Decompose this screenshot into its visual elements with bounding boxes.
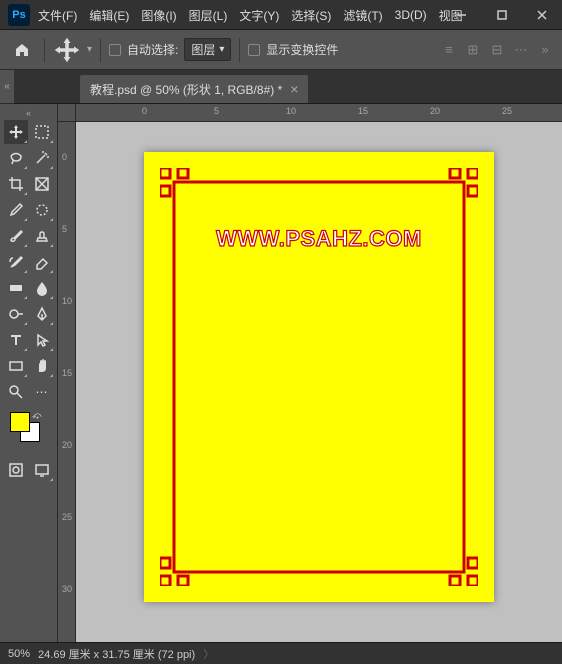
- swap-colors-icon[interactable]: ⤽: [32, 410, 42, 421]
- maximize-button[interactable]: [482, 0, 522, 30]
- frame-tool[interactable]: [30, 172, 54, 196]
- menu-layer[interactable]: 图层(L): [185, 5, 232, 26]
- doc-dimensions: 24.69 厘米 x 31.75 厘米 (72 ppi): [38, 646, 195, 662]
- crop-tool[interactable]: [4, 172, 28, 196]
- menubar: 文件(F) 编辑(E) 图像(I) 图层(L) 文字(Y) 选择(S) 滤镜(T…: [0, 4, 467, 26]
- zoom-level[interactable]: 50%: [8, 648, 30, 660]
- watermark-text: WWW.PSAHZ.COM: [144, 226, 494, 252]
- menu-filter[interactable]: 滤镜(T): [339, 5, 386, 26]
- history-brush-tool[interactable]: [4, 250, 28, 274]
- align-icon-2[interactable]: ⊞: [464, 41, 482, 59]
- gradient-tool[interactable]: [4, 276, 28, 300]
- eraser-tool[interactable]: [30, 250, 54, 274]
- toolbox-collapse[interactable]: «: [2, 108, 55, 118]
- overflow-icon[interactable]: »: [536, 41, 554, 59]
- path-select-tool[interactable]: [30, 328, 54, 352]
- clone-stamp-tool[interactable]: [30, 224, 54, 248]
- home-button[interactable]: [8, 36, 36, 64]
- tab-close-icon[interactable]: ×: [290, 81, 298, 97]
- toolbox: « ⋯ ⤽: [0, 104, 58, 642]
- main-area: « ⋯ ⤽: [0, 104, 562, 642]
- document-tabs: 教程.psd @ 50% (形状 1, RGB/8#) * ×: [0, 70, 562, 104]
- quick-mask-tool[interactable]: [4, 458, 28, 482]
- eyedropper-tool[interactable]: [4, 198, 28, 222]
- ruler-vertical[interactable]: 0 5 10 15 20 25 30: [58, 122, 76, 642]
- panel-collapse-left[interactable]: «: [0, 70, 14, 104]
- more-icon[interactable]: ⋯: [512, 41, 530, 59]
- move-tool[interactable]: [4, 120, 28, 144]
- document-canvas: WWW.PSAHZ.COM: [144, 152, 494, 602]
- menu-edit[interactable]: 编辑(E): [85, 5, 133, 26]
- menu-select[interactable]: 选择(S): [287, 5, 335, 26]
- lasso-tool[interactable]: [4, 146, 28, 170]
- menu-file[interactable]: 文件(F): [34, 5, 81, 26]
- hand-tool[interactable]: [30, 354, 54, 378]
- show-transform-checkbox[interactable]: [248, 44, 260, 56]
- distribute-icon[interactable]: ⊟: [488, 41, 506, 59]
- titlebar: Ps 文件(F) 编辑(E) 图像(I) 图层(L) 文字(Y) 选择(S) 滤…: [0, 0, 562, 30]
- status-bar: 50% 24.69 厘米 x 31.75 厘米 (72 ppi) 〉: [0, 642, 562, 664]
- color-swatches: ⤽: [2, 406, 55, 456]
- screen-mode-tool[interactable]: [30, 458, 54, 482]
- pen-tool[interactable]: [30, 302, 54, 326]
- magic-wand-tool[interactable]: [30, 146, 54, 170]
- auto-select-checkbox[interactable]: [109, 44, 121, 56]
- options-bar: ▾ 自动选择: 图层 显示变换控件 ≡ ⊞ ⊟ ⋯ »: [0, 30, 562, 70]
- rectangle-tool[interactable]: [4, 354, 28, 378]
- menu-image[interactable]: 图像(I): [137, 5, 180, 26]
- align-icon[interactable]: ≡: [440, 41, 458, 59]
- zoom-tool[interactable]: [4, 380, 28, 404]
- dodge-tool[interactable]: [4, 302, 28, 326]
- show-transform-label: 显示变换控件: [266, 41, 338, 58]
- menu-type[interactable]: 文字(Y): [235, 5, 283, 26]
- ruler-horizontal[interactable]: 0 5 10 15 20 25: [76, 104, 562, 122]
- blur-tool[interactable]: [30, 276, 54, 300]
- document-tab[interactable]: 教程.psd @ 50% (形状 1, RGB/8#) * ×: [80, 75, 308, 103]
- auto-select-label: 自动选择:: [127, 41, 178, 58]
- brush-tool[interactable]: [4, 224, 28, 248]
- status-more-icon[interactable]: 〉: [203, 646, 214, 662]
- foreground-swatch[interactable]: [10, 412, 30, 432]
- healing-tool[interactable]: [30, 198, 54, 222]
- type-tool[interactable]: [4, 328, 28, 352]
- tab-title: 教程.psd @ 50% (形状 1, RGB/8#) *: [90, 81, 282, 98]
- menu-view[interactable]: 视图: [435, 5, 467, 26]
- auto-select-dropdown[interactable]: 图层: [184, 38, 231, 61]
- menu-3d[interactable]: 3D(D): [391, 6, 431, 24]
- edit-toolbar[interactable]: ⋯: [30, 380, 54, 404]
- ruler-origin[interactable]: [58, 104, 76, 122]
- canvas-viewport[interactable]: WWW.PSAHZ.COM: [76, 122, 562, 642]
- canvas-area: 0 5 10 15 20 25 0 5 10 15 20 25 30: [58, 104, 562, 642]
- marquee-tool[interactable]: [30, 120, 54, 144]
- move-tool-icon[interactable]: [53, 36, 81, 64]
- close-button[interactable]: [522, 0, 562, 30]
